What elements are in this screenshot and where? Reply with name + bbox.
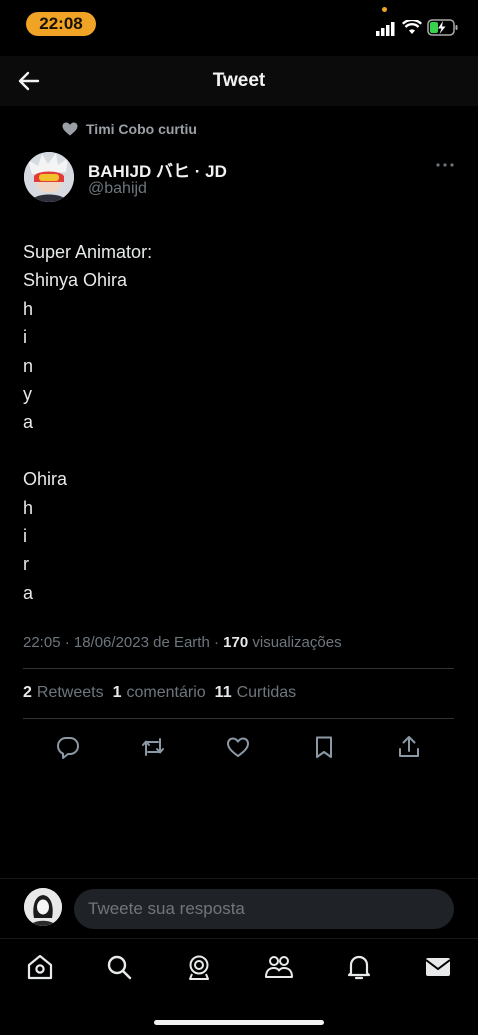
tweet-line: n <box>23 355 34 376</box>
nav-search[interactable] <box>104 952 134 982</box>
avatar-image <box>24 152 74 202</box>
views-label: visualizações <box>248 634 342 651</box>
nav-notifications[interactable] <box>344 952 374 982</box>
tweet-line: Ohira <box>23 469 68 490</box>
divider <box>23 718 454 719</box>
tweet-line: i <box>23 327 27 348</box>
current-user-avatar[interactable] <box>24 888 62 926</box>
reply-icon <box>57 737 79 759</box>
tweet-line: i <box>23 525 27 546</box>
tweet-line: Shinya Ohira <box>23 270 128 291</box>
nav-messages[interactable] <box>423 952 453 982</box>
retweets-count: 2 <box>23 684 32 701</box>
social-context[interactable]: Timi Cobo curtiu <box>62 121 197 137</box>
views-count[interactable]: 170 <box>223 634 248 651</box>
communities-icon <box>265 956 293 978</box>
messages-icon <box>425 958 451 976</box>
avatar-image <box>24 888 62 926</box>
retweets-stat[interactable]: 2 Retweets <box>23 684 104 702</box>
privacy-indicator-dot <box>382 7 387 12</box>
divider <box>23 668 454 669</box>
tweet-text: Super Animator: Shinya Ohira h i n y a O… <box>23 238 152 607</box>
share-button[interactable] <box>395 733 423 761</box>
engagement-stats: 2 Retweets 1 comentário 11 Curtidas <box>23 684 296 702</box>
spaces-icon <box>189 955 209 980</box>
status-time: 22:08 <box>26 12 96 36</box>
likes-stat[interactable]: 11 Curtidas <box>215 684 297 702</box>
wifi-icon <box>402 20 422 34</box>
home-icon <box>27 954 53 980</box>
tweet-line: r <box>23 554 29 575</box>
tweet-line: h <box>23 497 34 518</box>
more-horizontal-icon[interactable] <box>434 158 456 172</box>
likes-label: Curtidas <box>236 684 297 701</box>
tweet-line: h <box>23 298 34 319</box>
author-avatar[interactable] <box>24 152 74 202</box>
nav-spaces[interactable] <box>184 952 214 982</box>
heart-filled-icon <box>62 122 78 136</box>
tweet-timestamp: 22:05 · 18/06/2023 de Earth · <box>23 634 224 651</box>
bookmark-icon <box>316 736 332 758</box>
like-button[interactable] <box>224 733 252 761</box>
tweet-line: Super Animator: <box>23 242 153 262</box>
retweets-label: Retweets <box>36 684 104 701</box>
comments-count: 1 <box>112 684 122 701</box>
search-icon <box>107 955 132 980</box>
tweet-line: a <box>23 412 34 433</box>
share-icon <box>399 736 419 757</box>
like-icon <box>227 737 249 757</box>
nav-home[interactable] <box>25 952 55 982</box>
home-indicator[interactable] <box>154 1020 324 1025</box>
tweet-line: y <box>23 383 32 404</box>
comments-label: comentário <box>126 684 206 701</box>
retweet-icon <box>142 738 164 756</box>
author-display-name[interactable]: BAHIJD バヒ · JD <box>88 157 227 182</box>
comments-stat[interactable]: 1 comentário <box>113 684 206 702</box>
author-handle[interactable]: @bahijd <box>88 180 147 198</box>
signal-icon <box>376 22 395 36</box>
likes-count: 11 <box>214 684 232 701</box>
reply-button[interactable] <box>54 733 82 761</box>
tweet-line: a <box>23 582 34 603</box>
retweet-button[interactable] <box>139 733 167 761</box>
page-title: Tweet <box>212 70 266 91</box>
battery-charging-icon <box>427 19 458 36</box>
tweet-meta: 22:05 · 18/06/2023 de Earth · 170 visual… <box>23 634 342 651</box>
nav-communities[interactable] <box>264 952 294 982</box>
social-context-label: Timi Cobo curtiu <box>86 121 197 137</box>
reply-input[interactable]: Tweete sua resposta <box>74 889 454 929</box>
bookmark-button[interactable] <box>310 733 338 761</box>
notifications-icon <box>347 955 371 980</box>
